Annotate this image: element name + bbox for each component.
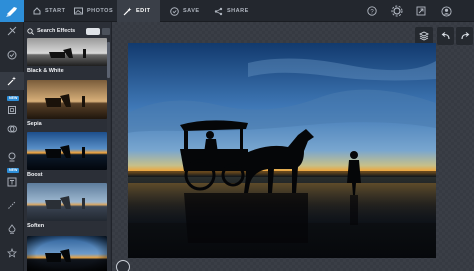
crop-icon <box>7 26 17 36</box>
help-button[interactable]: ? <box>364 0 380 22</box>
paint-icon <box>8 224 16 234</box>
draw-icon <box>8 201 16 209</box>
effect-vignette[interactable] <box>27 236 107 271</box>
effect-thumbnail <box>27 236 107 271</box>
more-icon <box>7 248 17 258</box>
effects-panel: Search Effects Black & White Sepia Boost… <box>24 22 112 271</box>
settings-button[interactable] <box>389 0 405 22</box>
panel-scrollbar-thumb[interactable] <box>107 42 110 78</box>
redo-button[interactable] <box>456 27 473 45</box>
tab-share-label: SHARE <box>227 8 249 14</box>
share-icon <box>214 7 223 16</box>
tab-save[interactable]: SAVE <box>166 0 200 22</box>
search-effects-label: Search Effects <box>37 28 76 34</box>
tab-photos[interactable]: PHOTOS <box>72 0 114 22</box>
photo-editor-app: START PHOTOS EDIT SAVE SHARE ? NEW NEW S… <box>0 0 474 271</box>
effect-black-white[interactable]: Black & White <box>27 38 107 74</box>
text-tool[interactable] <box>0 173 24 191</box>
fullscreen-icon <box>416 6 426 16</box>
effects-icon <box>7 76 16 86</box>
edited-photo[interactable] <box>128 43 436 258</box>
undo-icon <box>441 32 450 40</box>
effect-thumbnail <box>27 132 107 170</box>
tab-share[interactable]: SHARE <box>210 0 250 22</box>
zoom-slider-knob[interactable] <box>116 260 130 271</box>
effect-label: Black & White <box>27 68 64 74</box>
frame-tool[interactable] <box>0 101 24 119</box>
effect-thumbnail <box>27 38 107 66</box>
layers-icon <box>419 31 429 41</box>
tab-photos-label: PHOTOS <box>87 8 114 14</box>
profile-icon <box>440 5 452 17</box>
more-tool[interactable] <box>0 244 24 262</box>
fullscreen-button[interactable] <box>413 0 429 22</box>
redo-icon <box>460 32 469 40</box>
search-icon <box>27 27 34 35</box>
adjust-icon <box>7 50 17 60</box>
effect-label: Sepia <box>27 121 42 127</box>
home-icon <box>32 7 41 16</box>
top-navigation-bar: START PHOTOS EDIT SAVE SHARE ? <box>0 0 474 22</box>
tab-start[interactable]: START <box>30 0 68 22</box>
profile-button[interactable] <box>438 0 454 22</box>
effects-tool[interactable] <box>0 72 24 90</box>
tab-start-label: START <box>45 8 66 14</box>
paint-tool[interactable] <box>0 220 24 238</box>
effect-sepia[interactable]: Sepia <box>27 80 107 127</box>
frame-icon <box>8 106 16 114</box>
draw-tool[interactable] <box>0 196 24 214</box>
effect-boost[interactable]: Boost <box>27 132 107 178</box>
logo-icon <box>6 7 17 17</box>
app-logo[interactable] <box>0 0 24 22</box>
undo-button[interactable] <box>437 27 454 45</box>
tab-edit[interactable]: EDIT <box>117 0 160 22</box>
effect-thumbnail <box>27 183 107 221</box>
tab-edit-label: EDIT <box>136 8 151 14</box>
overlay-icon <box>7 125 17 133</box>
sticker-tool[interactable] <box>0 148 24 166</box>
text-icon <box>7 177 17 187</box>
effect-thumbnail <box>27 80 107 119</box>
favorites-toggle[interactable] <box>86 28 100 35</box>
magic-wand-icon <box>123 7 132 16</box>
effect-label: Soften <box>27 223 45 229</box>
overlay-tool[interactable] <box>0 120 24 138</box>
view-toggle[interactable] <box>102 28 110 35</box>
effect-soften[interactable]: Soften <box>27 183 107 229</box>
help-icon: ? <box>367 6 377 16</box>
effect-label: Boost <box>27 172 43 178</box>
settings-gear-icon <box>391 5 403 17</box>
left-toolbar: NEW NEW <box>0 22 24 271</box>
save-icon <box>170 6 179 16</box>
crop-tool[interactable] <box>0 22 24 40</box>
sticker-icon <box>8 152 16 162</box>
image-icon <box>74 7 83 16</box>
adjust-tool[interactable] <box>0 46 24 64</box>
tab-save-label: SAVE <box>183 8 200 14</box>
